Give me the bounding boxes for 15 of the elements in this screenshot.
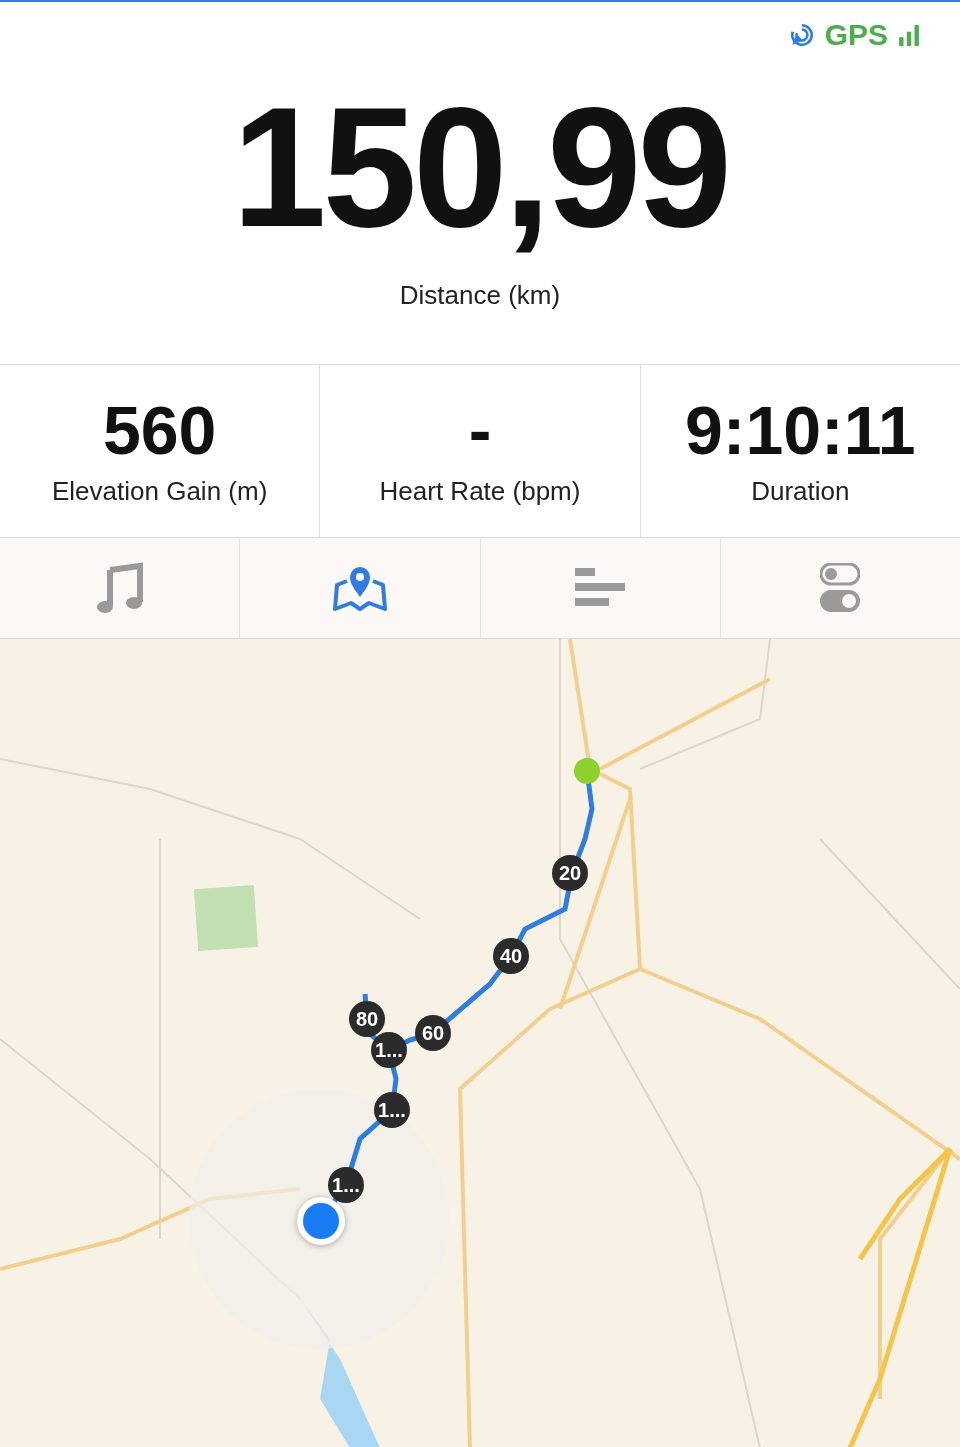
distance-value: 150,99: [232, 82, 728, 252]
metric-value: -: [468, 395, 492, 464]
map-pin-icon: [332, 565, 387, 611]
metric-label: Elevation Gain (m): [52, 475, 268, 507]
signal-icon: [898, 24, 920, 46]
metric-label: Heart Rate (bpm): [379, 475, 581, 507]
bar-list-icon: [575, 568, 626, 608]
toggle-switches-icon: [820, 563, 861, 613]
navigation-icon: [788, 22, 815, 48]
metric-value: 9:10:11: [685, 395, 916, 464]
distance-label: Distance (km): [399, 280, 561, 311]
music-note-icon: [95, 562, 144, 614]
metric-label: Duration: [751, 475, 850, 507]
metric-value: 560: [102, 395, 217, 464]
gps-label: GPS: [824, 18, 888, 52]
